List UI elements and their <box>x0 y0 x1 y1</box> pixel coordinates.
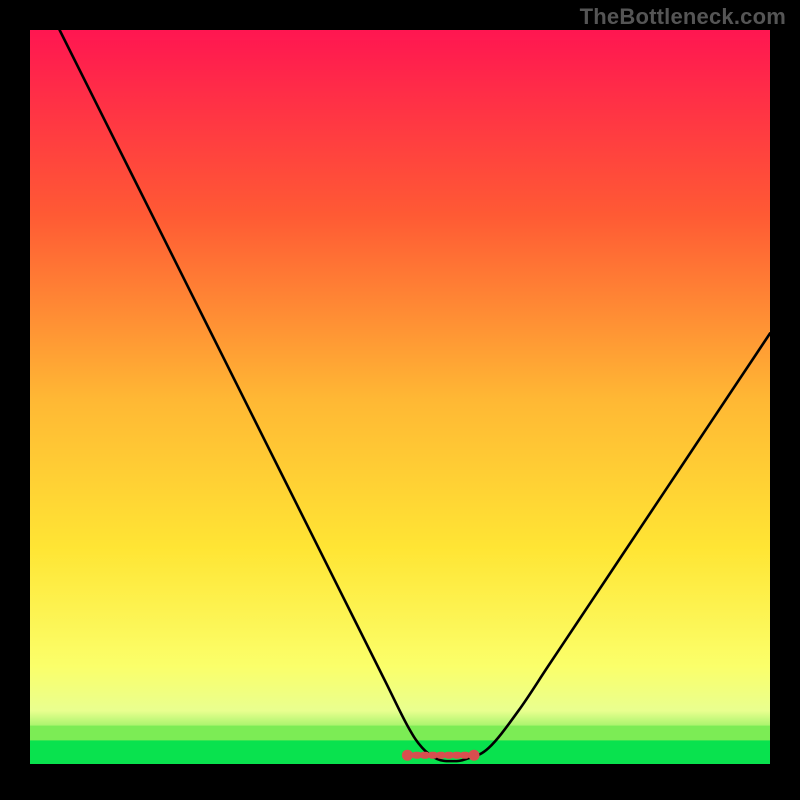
plot-area <box>30 30 770 770</box>
gradient-background <box>30 30 770 770</box>
line-chart <box>30 30 770 770</box>
valley-marker-start <box>402 750 413 761</box>
watermark: TheBottleneck.com <box>580 4 786 30</box>
valley-marker-end <box>469 750 480 761</box>
chart-container: TheBottleneck.com <box>0 0 800 800</box>
baseline-strip <box>30 764 770 770</box>
bottom-band-inner <box>30 726 770 741</box>
